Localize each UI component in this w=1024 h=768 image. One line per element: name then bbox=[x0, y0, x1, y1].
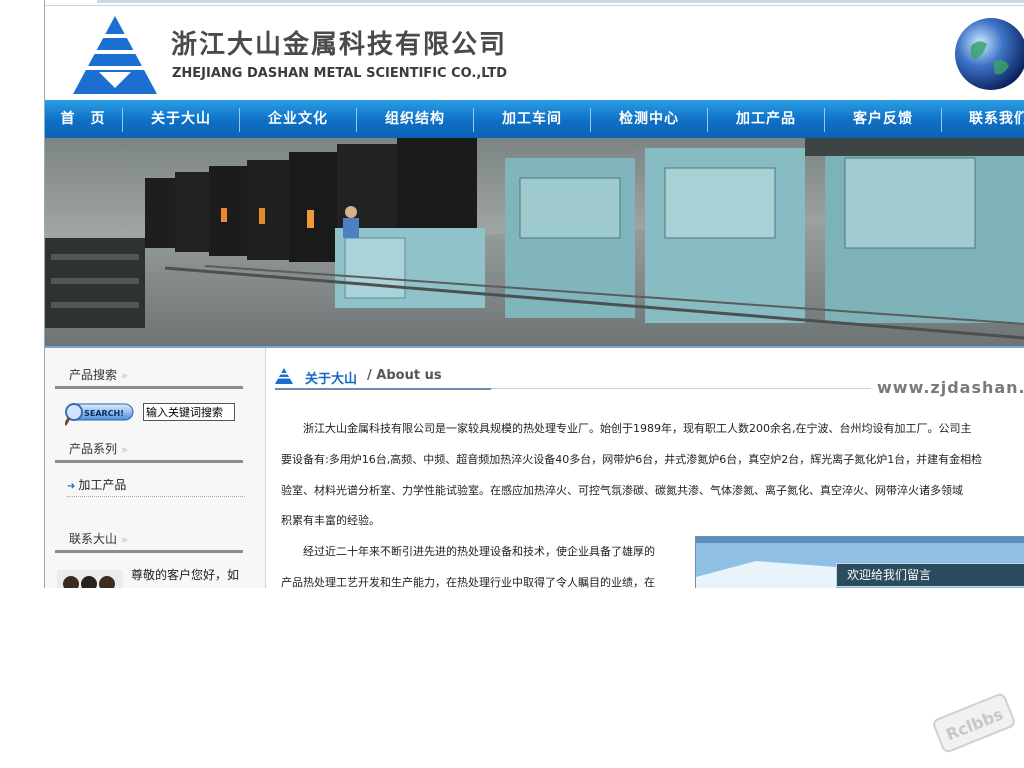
site-header: 浙江大山金属科技有限公司 ZHEJIANG DASHAN METAL SCIEN… bbox=[45, 6, 1024, 100]
main-nav: 首 页 关于大山 企业文化 组织结构 加工车间 检测中心 加工产品 客户反馈 联… bbox=[45, 100, 1024, 138]
nav-about[interactable]: 关于大山 bbox=[123, 100, 239, 138]
about-text-line: 验室、材料光谱分析室、力学性能试验室。在感应加热淬火、可控气氛渗碳、碳氮共渗、气… bbox=[281, 484, 963, 497]
about-text-line: 产品热处理工艺开发和生产能力，在热处理行业中取得了令人瞩目的业绩，在 bbox=[281, 576, 655, 588]
nav-home[interactable]: 首 页 bbox=[45, 100, 121, 138]
search-section-title: 产品搜索 ›› bbox=[69, 368, 128, 382]
main-content: 关于大山 / About us www.zjdashan.cn 浙江大山金属科技… bbox=[267, 348, 1024, 588]
section-title-en: / About us bbox=[367, 368, 442, 383]
search-input[interactable] bbox=[143, 403, 235, 421]
section-logo-icon bbox=[275, 368, 293, 384]
search-button[interactable]: SEARCH! bbox=[65, 400, 135, 426]
about-text-line: 要设备有:多用炉16台,高频、中频、超音频加热淬火设备40多台，网带炉6台，井式… bbox=[281, 453, 983, 466]
nav-structure[interactable]: 组织结构 bbox=[357, 100, 473, 138]
search-button-label: SEARCH! bbox=[84, 409, 124, 418]
arrow-right-icon: ➜ bbox=[67, 481, 76, 492]
company-logo-icon[interactable] bbox=[69, 12, 161, 96]
browser-page: 浙江大山金属科技有限公司 ZHEJIANG DASHAN METAL SCIEN… bbox=[44, 0, 1024, 588]
nav-culture[interactable]: 企业文化 bbox=[240, 100, 356, 138]
site-url: www.zjdashan.cn bbox=[877, 378, 1024, 397]
company-name-en: ZHEJIANG DASHAN METAL SCIENTIFIC CO.,LTD bbox=[172, 66, 508, 81]
section-title-cn: 关于大山 bbox=[305, 372, 358, 387]
nav-products[interactable]: 加工产品 bbox=[708, 100, 824, 138]
factory-banner-image bbox=[45, 138, 1024, 346]
about-text-line: 浙江大山金属科技有限公司是一家较具规模的热处理专业厂。始创于1989年，现有职工… bbox=[281, 422, 972, 435]
series-section-title: 产品系列 ›› bbox=[69, 442, 128, 456]
left-sidebar: 产品搜索›› SEARCH! 产品系列›› ➜加工产品 联系大山›› bbox=[45, 348, 266, 588]
about-text-line: 经过近二十年来不断引进先进的热处理设备和技术，使企业具备了雄厚的 bbox=[281, 545, 655, 558]
globe-icon bbox=[955, 18, 1024, 90]
sidebar-item-products[interactable]: ➜ 加工产品 bbox=[67, 476, 126, 493]
contact-text: 尊敬的客户您好，如 bbox=[131, 568, 240, 582]
message-widget[interactable]: 欢迎给我们留言 bbox=[695, 536, 1024, 588]
company-name-cn: 浙江大山金属科技有限公司 bbox=[171, 30, 508, 60]
nav-workshop[interactable]: 加工车间 bbox=[474, 100, 590, 138]
contact-section-title: 联系大山 ›› bbox=[69, 532, 128, 546]
nav-testing[interactable]: 检测中心 bbox=[591, 100, 707, 138]
watermark-stamp: Rclbbs bbox=[933, 693, 1015, 753]
nav-feedback[interactable]: 客户反馈 bbox=[825, 100, 941, 138]
nav-contact[interactable]: 联系我们 bbox=[943, 100, 1024, 138]
message-bar[interactable]: 欢迎给我们留言 bbox=[836, 563, 1024, 587]
about-text-line: 积累有丰富的经验。 bbox=[281, 514, 380, 527]
contact-photo bbox=[57, 570, 123, 588]
